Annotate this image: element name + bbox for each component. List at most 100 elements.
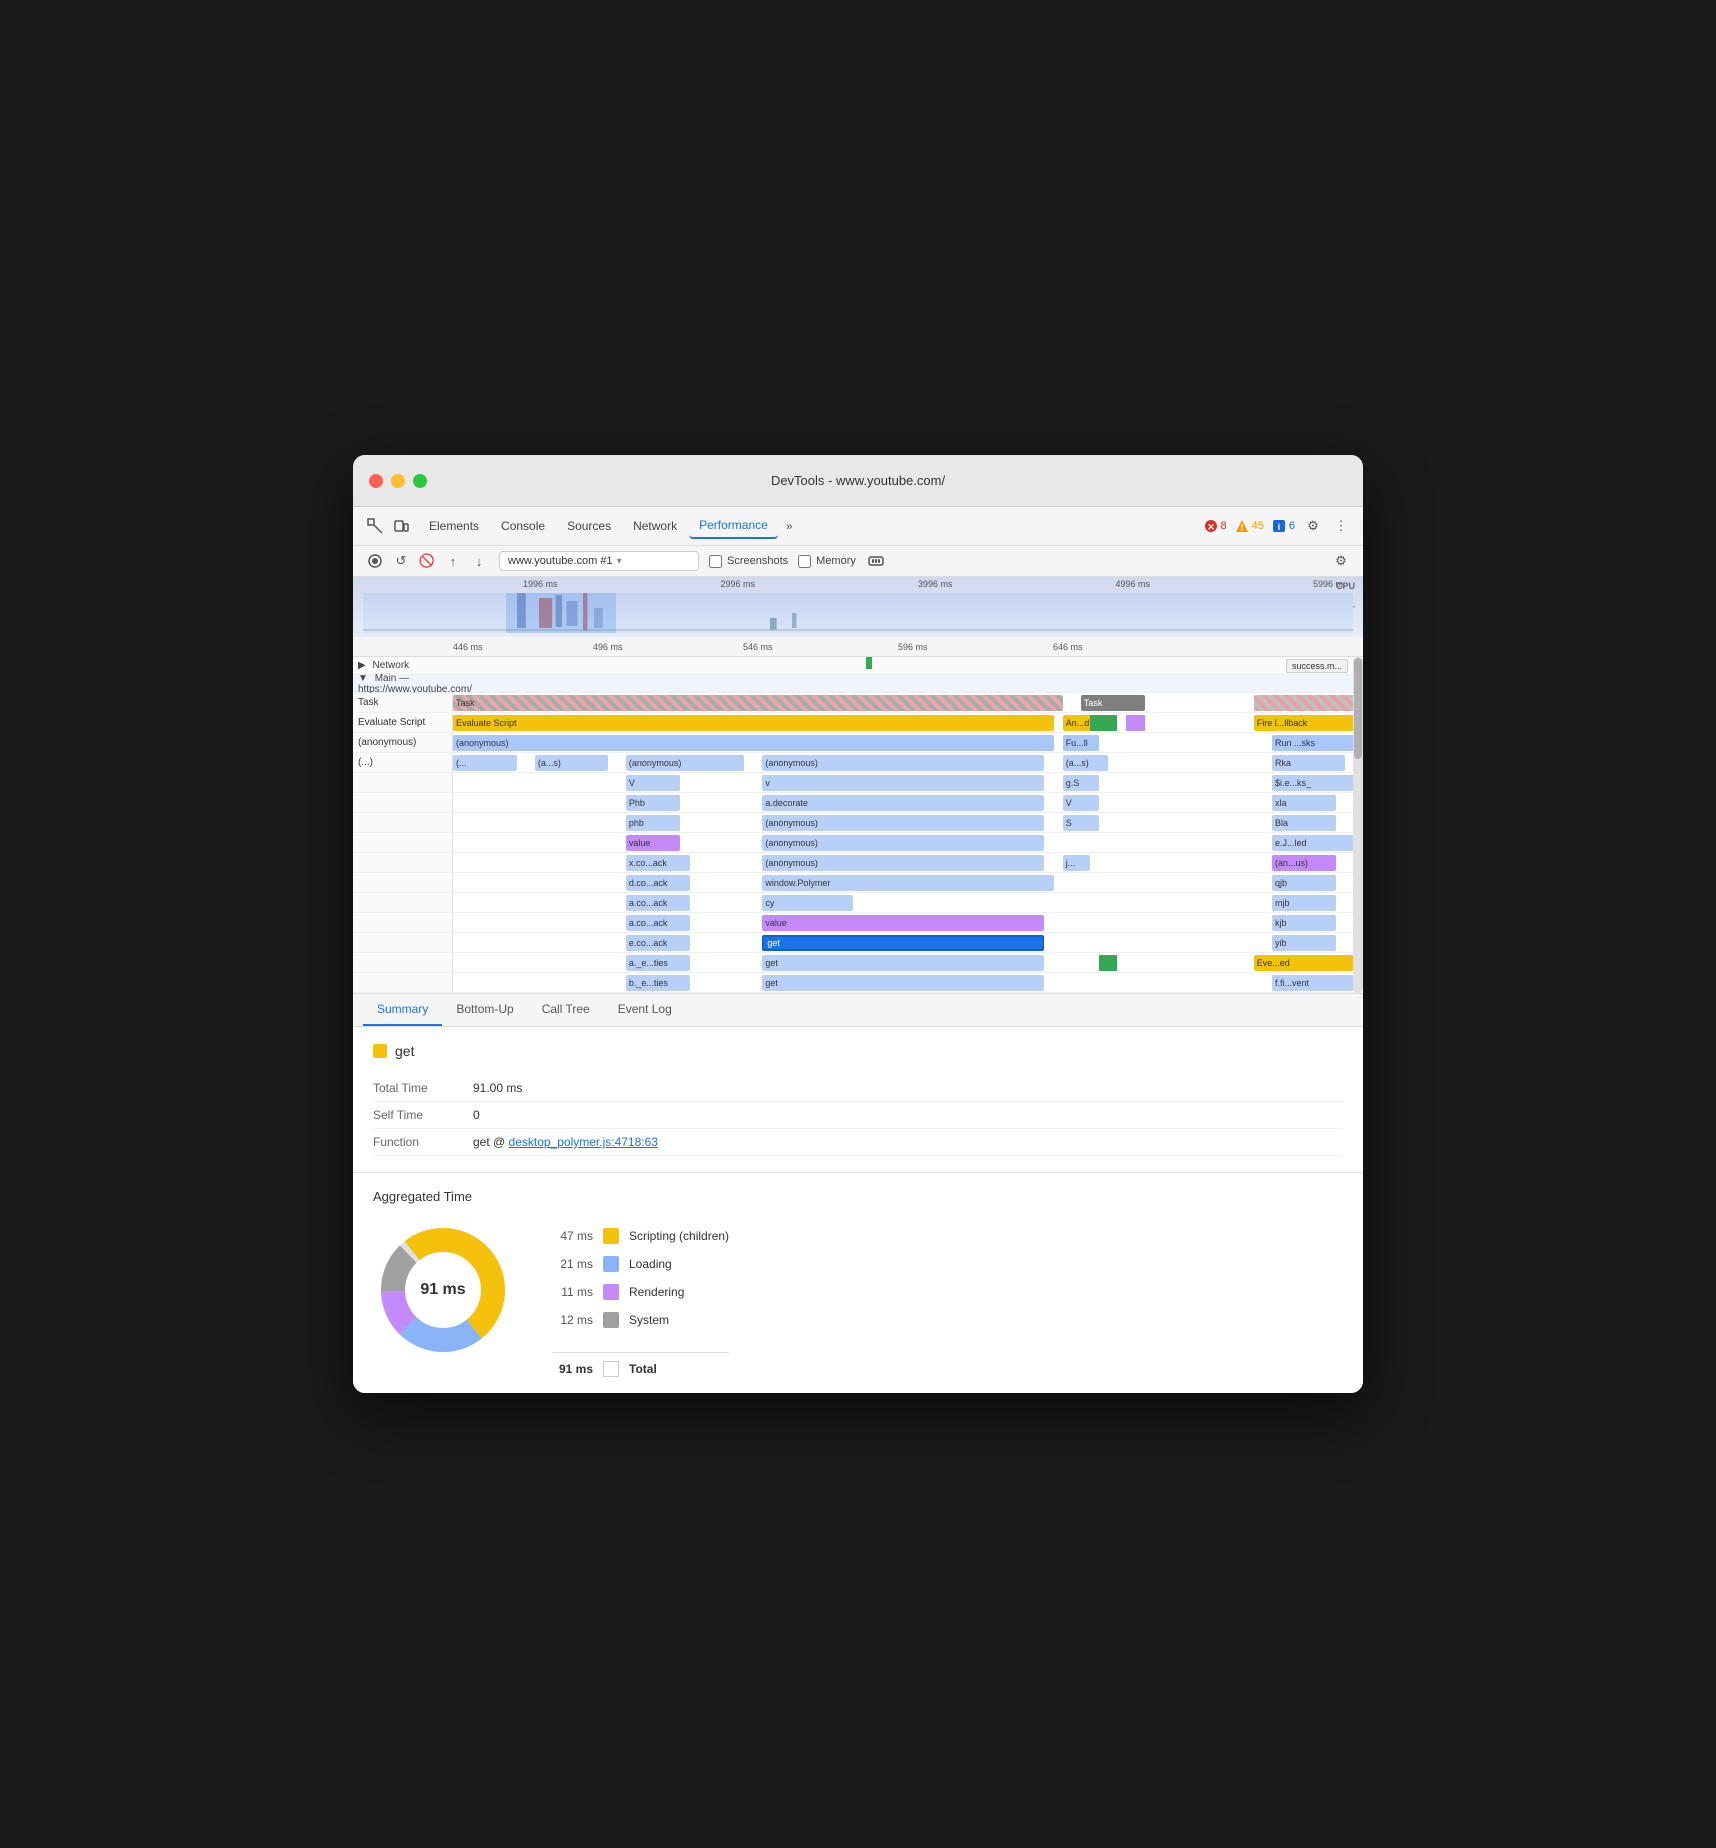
tab-sources[interactable]: Sources (557, 514, 621, 538)
flame-bar-area-be[interactable]: b._e...ties get f.fi...vent (453, 973, 1363, 992)
evaluate-bar-3[interactable]: Fire l...llback (1254, 715, 1354, 731)
tab-console[interactable]: Console (491, 514, 555, 538)
flame-bar-area-eco[interactable]: e.co...ack get yib (453, 933, 1363, 952)
more-tabs-button[interactable]: » (780, 515, 799, 537)
flame-scrollbar[interactable] (1353, 657, 1363, 993)
bar-xco-2[interactable]: (anonymous) (762, 855, 1044, 871)
tab-event-log[interactable]: Event Log (604, 994, 686, 1026)
tab-summary[interactable]: Summary (363, 994, 442, 1026)
bar-be-1[interactable]: b._e...ties (626, 975, 690, 991)
bar-eco-3[interactable]: yib (1272, 935, 1336, 951)
minimize-button[interactable] (391, 474, 405, 488)
bar-get-selected[interactable]: get (762, 935, 1044, 951)
flame-bar-area-phb[interactable]: Phb a.decorate V xla (453, 793, 1363, 812)
bar-value-3[interactable]: e.J...led (1272, 835, 1354, 851)
download-button[interactable]: ↓ (469, 551, 489, 571)
memory-checkbox[interactable] (798, 555, 811, 568)
bar-4-4[interactable]: (anonymous) (762, 755, 1044, 771)
bar-aco2-1[interactable]: a.co...ack (626, 915, 690, 931)
memory-icon[interactable] (866, 551, 886, 571)
tab-performance[interactable]: Performance (689, 513, 778, 539)
maximize-button[interactable] (413, 474, 427, 488)
inspect-icon[interactable] (365, 516, 385, 536)
bar-xco-1[interactable]: x.co...ack (626, 855, 690, 871)
bar-aco2-2[interactable]: value (762, 915, 1044, 931)
error-badge[interactable]: ✕ 8 (1204, 519, 1227, 533)
bar-phb-2[interactable]: a.decorate (762, 795, 1044, 811)
bar-dco-1[interactable]: d.co...ack (626, 875, 690, 891)
device-icon[interactable] (391, 516, 411, 536)
flame-bar-area-xco[interactable]: x.co...ack (anonymous) j... (an...us) (453, 853, 1363, 872)
bar-dco-2[interactable]: window.Polymer (762, 875, 1053, 891)
upload-button[interactable]: ↑ (443, 551, 463, 571)
timeline-mini[interactable]: CPU NET 1996 ms 2996 ms 3996 ms 4996 ms … (353, 577, 1363, 637)
flame-bar-area-evaluate[interactable]: Evaluate Script An...d Fire l...llback (453, 713, 1363, 732)
flame-bar-area-value[interactable]: value (anonymous) e.J...led (453, 833, 1363, 852)
bar-ae-3[interactable]: Eve...ed (1254, 955, 1354, 971)
bar-phb-4[interactable]: xla (1272, 795, 1336, 811)
tab-network[interactable]: Network (623, 514, 687, 538)
bar-aco1-1[interactable]: a.co...ack (626, 895, 690, 911)
flame-bar-area-dco[interactable]: d.co...ack window.Polymer qjb (453, 873, 1363, 892)
bar-phb2-2[interactable]: (anonymous) (762, 815, 1044, 831)
bar-v-2[interactable]: v (762, 775, 1044, 791)
evaluate-bar-1[interactable]: Evaluate Script (453, 715, 1054, 731)
bar-xco-4[interactable]: (an...us) (1272, 855, 1336, 871)
bar-4-3[interactable]: (anonymous) (626, 755, 744, 771)
bar-dco-3[interactable]: qjb (1272, 875, 1336, 891)
anon-bar-1[interactable]: (anonymous) (453, 735, 1054, 751)
bar-value-1[interactable]: value (626, 835, 681, 851)
flame-bar-area-aco2[interactable]: a.co...ack value kjb (453, 913, 1363, 932)
flame-bar-area-4[interactable]: (... (a...s) (anonymous) (anonymous) (a.… (453, 753, 1363, 772)
flame-bar-area-task[interactable]: Task Task (453, 693, 1363, 712)
settings-icon[interactable]: ⚙ (1303, 516, 1323, 536)
task-bar-2[interactable]: Task (1081, 695, 1145, 711)
bar-phb-3[interactable]: V (1063, 795, 1099, 811)
more-options-icon[interactable]: ⋮ (1331, 516, 1351, 536)
flame-bar-area-ae[interactable]: a._e...ties get Eve...ed (453, 953, 1363, 972)
network-toggle[interactable]: ▶ (358, 660, 366, 671)
record-button[interactable] (365, 551, 385, 571)
info-badge[interactable]: i 6 (1272, 519, 1295, 533)
url-dropdown-arrow[interactable]: ▾ (617, 556, 622, 567)
flame-bar-area-v[interactable]: V v g.S $i.e...ks_ (453, 773, 1363, 792)
bar-phb-1[interactable]: Phb (626, 795, 681, 811)
clear-button[interactable]: 🚫 (417, 551, 437, 571)
bar-eco-1[interactable]: e.co...ack (626, 935, 690, 951)
bar-4-2[interactable]: (a...s) (535, 755, 608, 771)
flame-scrollbar-thumb[interactable] (1354, 658, 1362, 759)
main-toggle[interactable]: ▼ (358, 673, 368, 684)
bar-be-3[interactable]: f.fi...vent (1272, 975, 1354, 991)
bar-phb2-1[interactable]: phb (626, 815, 681, 831)
bar-be-2[interactable]: get (762, 975, 1044, 991)
tab-bottom-up[interactable]: Bottom-Up (442, 994, 527, 1026)
bar-4-1[interactable]: (... (453, 755, 517, 771)
tab-call-tree[interactable]: Call Tree (528, 994, 604, 1026)
bar-aco1-3[interactable]: mjb (1272, 895, 1336, 911)
bar-value-2[interactable]: (anonymous) (762, 835, 1044, 851)
bar-v-4[interactable]: $i.e...ks_ (1272, 775, 1354, 791)
close-button[interactable] (369, 474, 383, 488)
bar-4-6[interactable]: Rka (1272, 755, 1345, 771)
bar-ae-2[interactable]: get (762, 955, 1044, 971)
url-selector[interactable]: www.youtube.com #1 ▾ (499, 551, 699, 571)
warning-badge[interactable]: ! 45 (1235, 519, 1264, 533)
anon-bar-2[interactable]: Fu...ll (1063, 735, 1099, 751)
task-bar-1[interactable]: Task (453, 695, 1063, 711)
bar-aco2-3[interactable]: kjb (1272, 915, 1336, 931)
flame-bar-area-anonymous[interactable]: (anonymous) Fu...ll Run ...sks (453, 733, 1363, 752)
bar-aco1-2[interactable]: cy (762, 895, 853, 911)
refresh-button[interactable]: ↺ (391, 551, 411, 571)
bar-4-5[interactable]: (a...s) (1063, 755, 1109, 771)
anon-bar-3[interactable]: Run ...sks (1272, 735, 1354, 751)
capture-settings-icon[interactable]: ⚙ (1331, 551, 1351, 571)
function-link[interactable]: desktop_polymer.js:4718:63 (509, 1135, 658, 1149)
task-bar-3[interactable] (1254, 695, 1354, 711)
bar-phb2-3[interactable]: S (1063, 815, 1099, 831)
screenshots-checkbox[interactable] (709, 555, 722, 568)
bar-v-1[interactable]: V (626, 775, 681, 791)
bar-v-3[interactable]: g.S (1063, 775, 1099, 791)
flame-bar-area-phb2[interactable]: phb (anonymous) S Bla (453, 813, 1363, 832)
bar-ae-1[interactable]: a._e...ties (626, 955, 690, 971)
tab-elements[interactable]: Elements (419, 514, 489, 538)
